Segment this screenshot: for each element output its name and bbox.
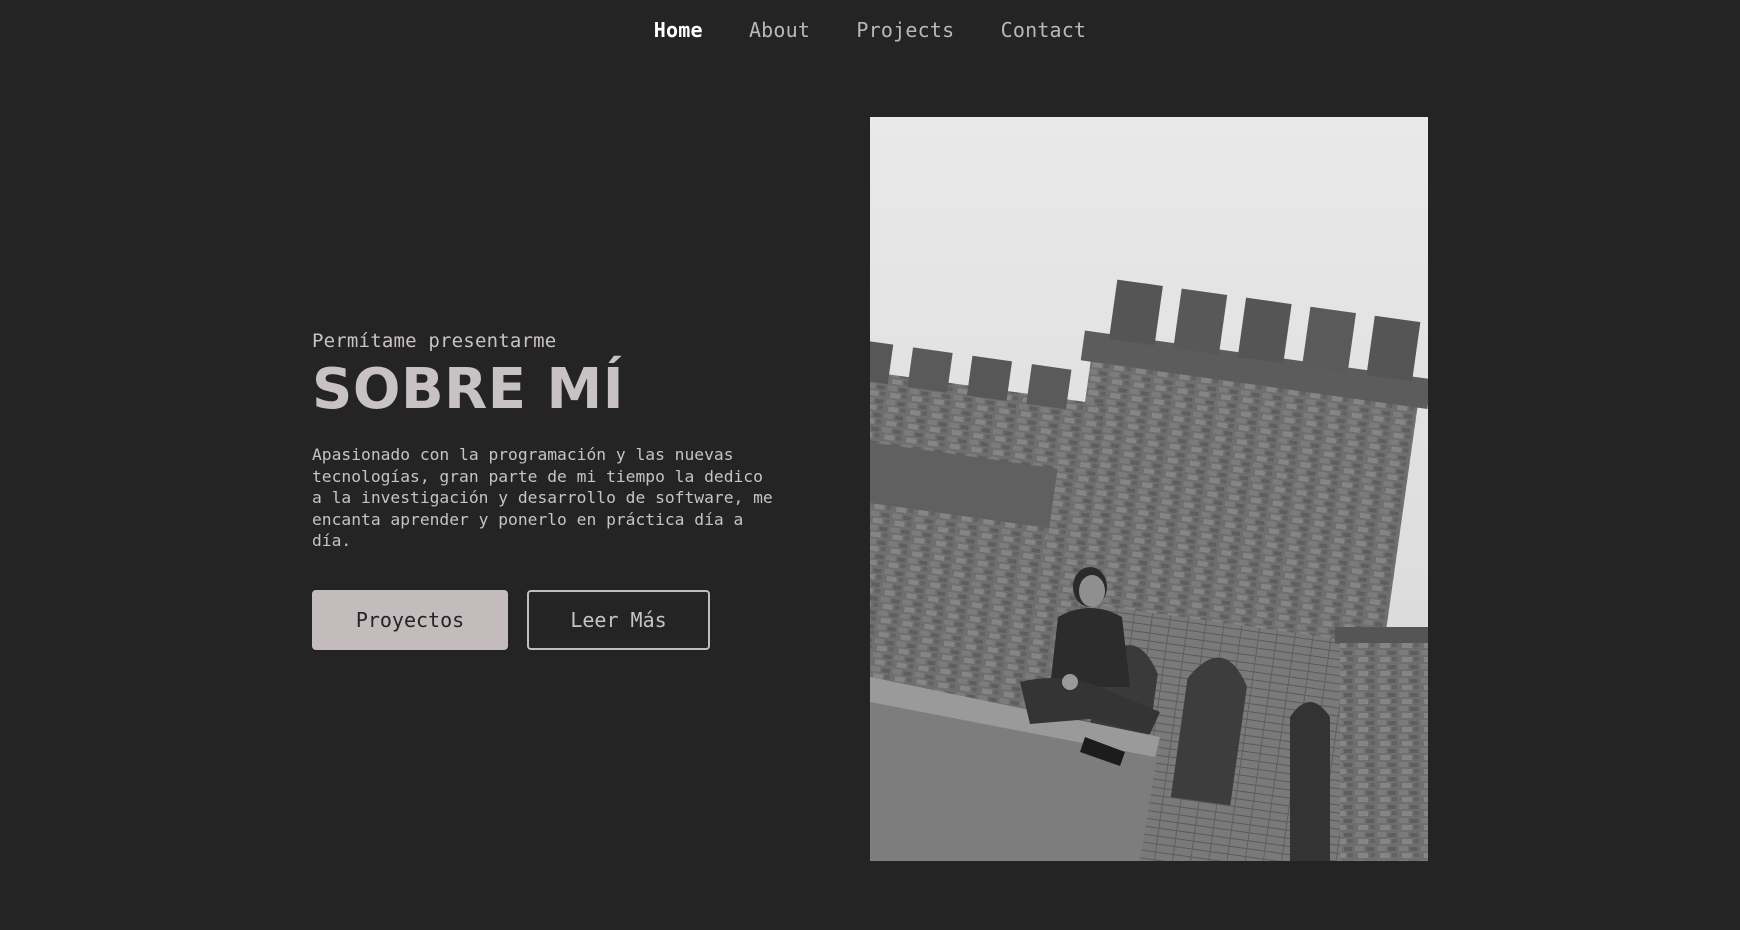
- nav-about-link[interactable]: About: [749, 18, 810, 42]
- projects-button[interactable]: Proyectos: [312, 590, 508, 650]
- read-more-button[interactable]: Leer Más: [527, 590, 710, 650]
- profile-photo: [870, 117, 1428, 861]
- nav-contact-link[interactable]: Contact: [1001, 18, 1087, 42]
- hero-description: Apasionado con la programación y las nue…: [312, 445, 773, 550]
- hero-kicker: Permítame presentarme: [312, 330, 557, 352]
- nav-projects-link[interactable]: Projects: [856, 18, 954, 42]
- page-title: SOBRE MÍ: [312, 357, 625, 422]
- top-nav: Home About Projects Contact: [0, 18, 1740, 42]
- hero-intro: Permítame presentarme SOBRE MÍ Apasionad…: [312, 330, 792, 552]
- nav-home-link[interactable]: Home: [654, 18, 703, 42]
